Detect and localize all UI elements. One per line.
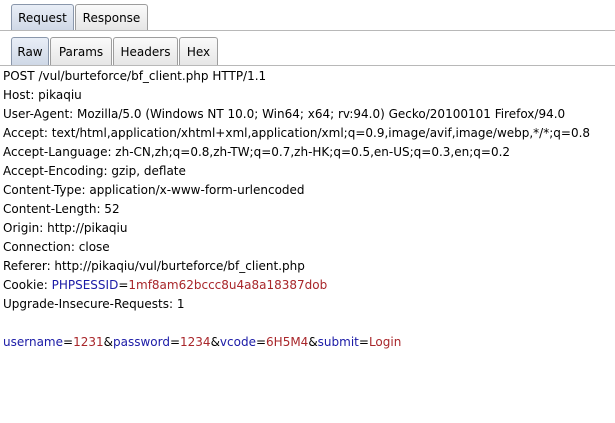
- header-user-agent: User-Agent: Mozilla/5.0 (Windows NT 10.0…: [3, 107, 566, 121]
- header-cookie: Cookie: PHPSESSID=1mf8am62bccc8u4a8a1838…: [3, 276, 327, 295]
- raw-request-editor[interactable]: POST /vul/burteforce/bf_client.php HTTP/…: [0, 67, 615, 423]
- body-vcode-value: 6H5M4: [266, 335, 309, 349]
- request-body: username=1231&password=1234&vcode=6H5M4&…: [3, 333, 401, 352]
- request-response-tabbar: Request Response: [0, 0, 615, 31]
- tab-response[interactable]: Response: [75, 4, 148, 30]
- header-content-length: Content-Length: 52: [3, 202, 120, 216]
- header-host: Host: pikaqiu: [3, 88, 82, 102]
- tab-headers[interactable]: Headers: [113, 37, 178, 65]
- cookie-prefix: Cookie:: [3, 278, 52, 292]
- header-accept-language: Accept-Language: zh-CN,zh;q=0.8,zh-TW;q=…: [3, 145, 511, 159]
- cookie-value: 1mf8am62bccc8u4a8a18387dob: [128, 278, 328, 292]
- header-referer: Referer: http://pikaqiu/vul/burteforce/b…: [3, 259, 305, 273]
- tab-request[interactable]: Request: [11, 4, 74, 30]
- body-separator: =: [169, 335, 181, 349]
- cookie-name: PHPSESSID: [51, 278, 119, 292]
- header-connection: Connection: close: [3, 240, 110, 254]
- body-username-value: 1231: [73, 335, 104, 349]
- body-password-value: 1234: [180, 335, 211, 349]
- body-username-key: username: [3, 335, 63, 349]
- tab-params[interactable]: Params: [50, 37, 112, 65]
- header-upgrade-insecure-requests: Upgrade-Insecure-Requests: 1: [3, 297, 185, 311]
- tab-hex[interactable]: Hex: [179, 37, 218, 65]
- body-separator: =: [255, 335, 267, 349]
- body-password-key: password: [112, 335, 170, 349]
- cookie-equals: =: [118, 278, 129, 292]
- body-separator: &: [308, 335, 318, 349]
- body-separator: &: [210, 335, 220, 349]
- request-line: POST /vul/burteforce/bf_client.php HTTP/…: [3, 69, 267, 83]
- body-separator: &: [103, 335, 113, 349]
- body-separator: =: [63, 335, 74, 349]
- tab-raw[interactable]: Raw: [11, 37, 49, 65]
- header-accept: Accept: text/html,application/xhtml+xml,…: [3, 126, 591, 140]
- header-accept-encoding: Accept-Encoding: gzip, deflate: [3, 164, 186, 178]
- body-separator: =: [358, 335, 369, 349]
- body-vcode-key: vcode: [219, 335, 256, 349]
- body-submit-key: submit: [317, 335, 359, 349]
- header-content-type: Content-Type: application/x-www-form-url…: [3, 183, 305, 197]
- view-mode-tabbar: Raw Params Headers Hex: [0, 30, 615, 66]
- header-origin: Origin: http://pikaqiu: [3, 221, 128, 235]
- body-submit-value: Login: [368, 335, 402, 349]
